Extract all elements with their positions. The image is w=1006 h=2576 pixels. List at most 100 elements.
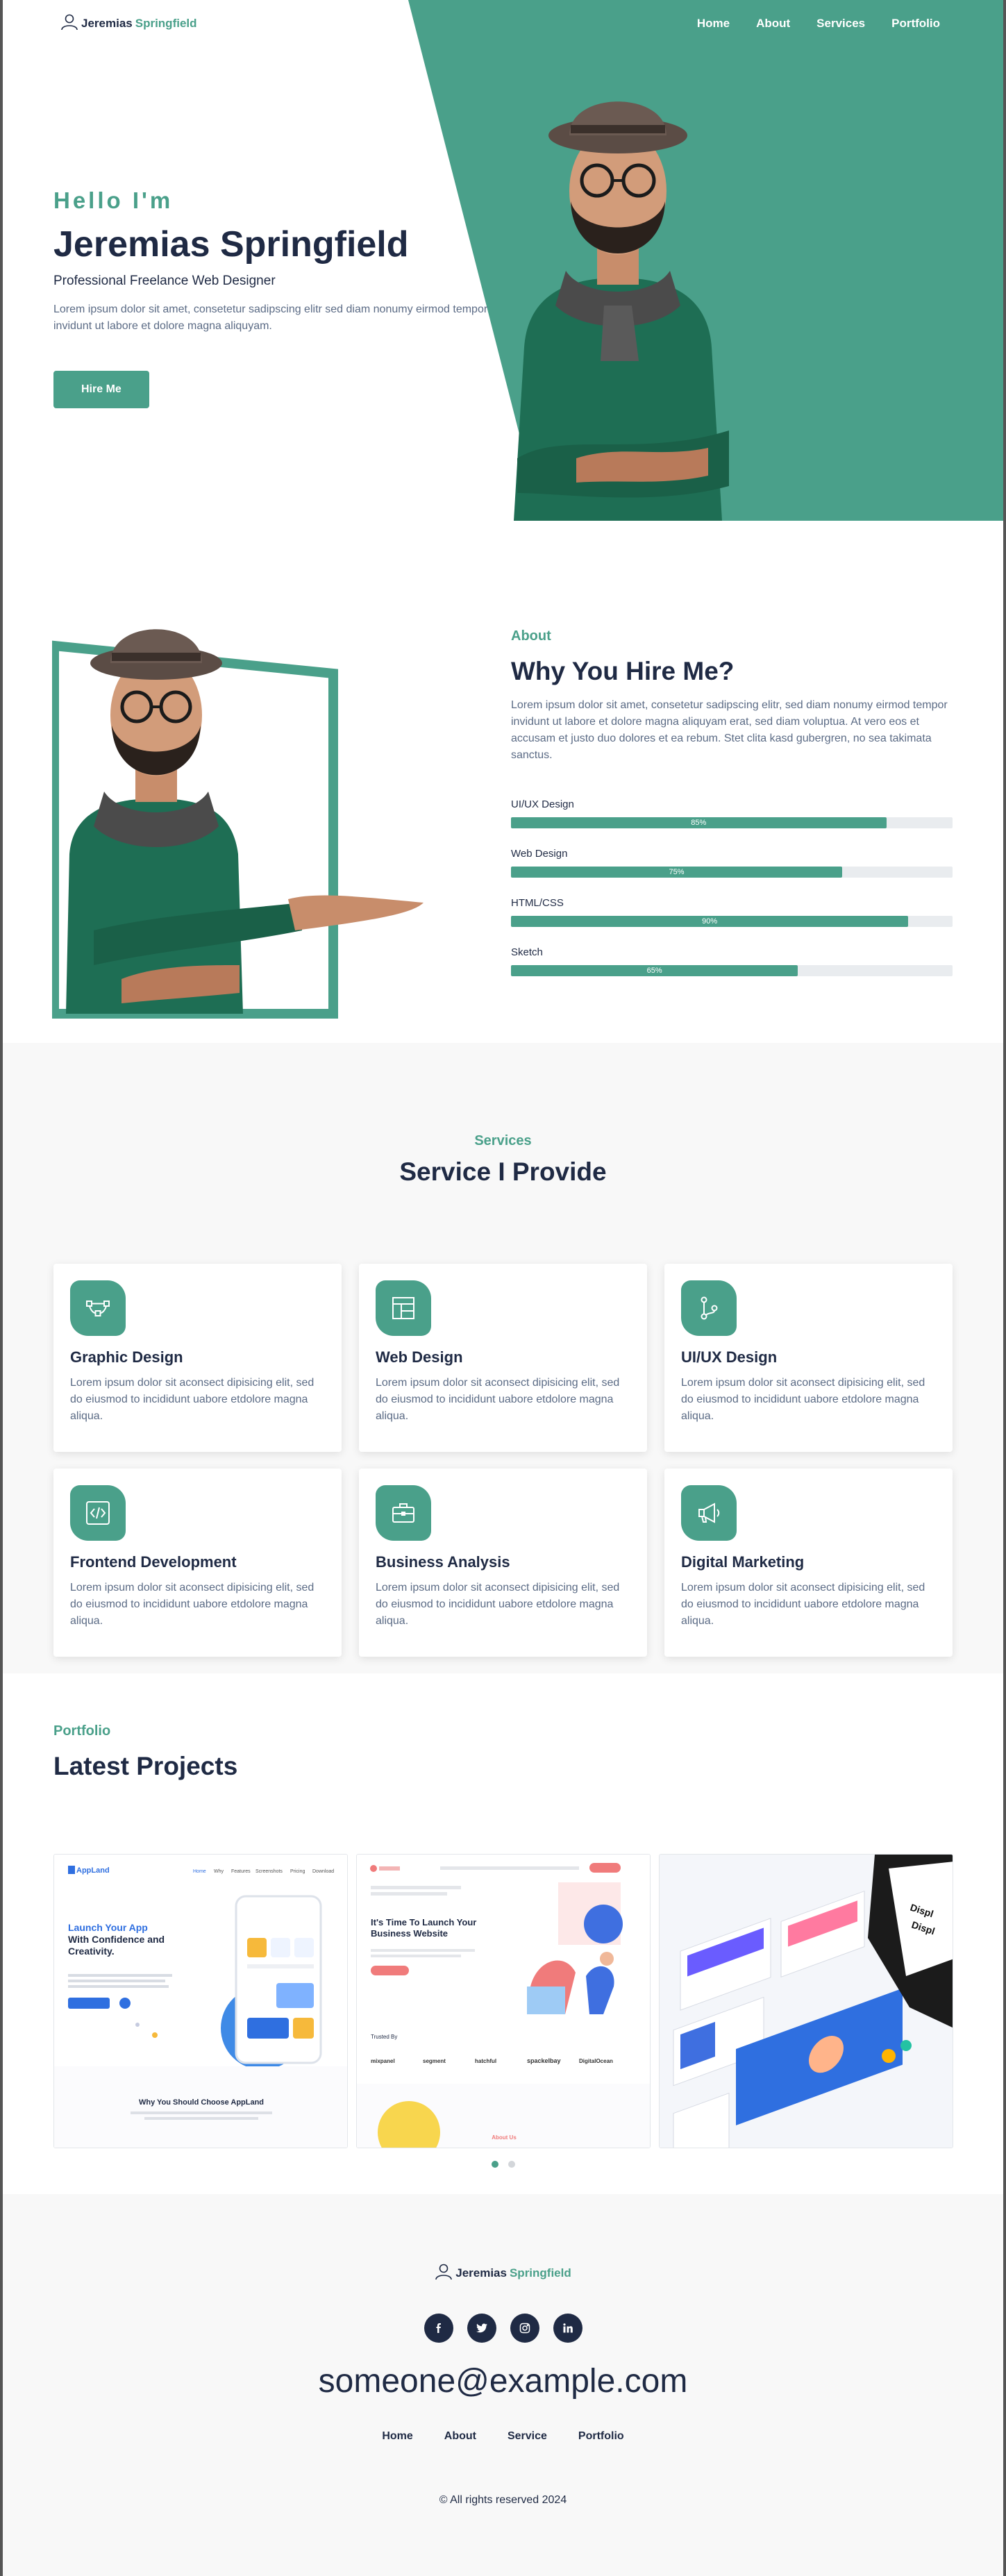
service-description: Lorem ipsum dolor sit aconsect dipisicin… (376, 1582, 620, 1627)
brand-last-name: Springfield (135, 17, 197, 30)
skill-progress-bar: 90% (511, 916, 909, 927)
hero-greeting: Hello I'm (53, 187, 174, 213)
appland-nav-pricing: Pricing (290, 1869, 305, 1874)
appland-preview: AppLand Home Why Features Screenshots Pr… (54, 1855, 347, 2148)
service-title: Web Design (376, 1348, 463, 1366)
appland-nav-screenshots: Screenshots (255, 1869, 283, 1874)
service-card: Digital Marketing Lorem ipsum dolor sit … (664, 1469, 953, 1657)
service-title: UI/UX Design (681, 1348, 778, 1366)
portfolio-carousel[interactable]: AppLand Home Why Features Screenshots Pr… (53, 1854, 953, 2148)
skill-item: HTML/CSS 90% (511, 897, 953, 927)
skill-progress-bar: 75% (511, 867, 842, 878)
facebook-icon[interactable] (424, 2314, 453, 2343)
brand-first-name: Jeremias (81, 17, 133, 30)
social-links (0, 2314, 1006, 2343)
skill-item: Sketch 65% (511, 946, 953, 976)
top-nav: Jeremias Springfield Home About Services… (0, 0, 1006, 49)
services-header: Services Service I Provide (0, 1133, 1006, 1187)
services-eyebrow: Services (474, 1133, 532, 1148)
skill-name: Web Design (511, 848, 568, 860)
brand-logo[interactable]: Jeremias Springfield (60, 14, 197, 31)
client-logo: mixpanel (371, 2058, 395, 2064)
megaphone-icon (681, 1485, 737, 1541)
service-description: Lorem ipsum dolor sit aconsect dipisicin… (681, 1377, 925, 1422)
instagram-icon[interactable] (510, 2314, 539, 2343)
footer-nav-home[interactable]: Home (382, 2430, 412, 2443)
hire-me-button[interactable]: Hire Me (53, 371, 149, 408)
footer-nav-service[interactable]: Service (508, 2430, 547, 2443)
business-about-label: About Us (492, 2134, 517, 2141)
skill-item: UI/UX Design 85% (511, 798, 953, 828)
service-card: Frontend Development Lorem ipsum dolor s… (53, 1469, 342, 1657)
appland-headline-b: With Confidence and Creativity. (68, 1934, 165, 1957)
footer-logo[interactable]: Jeremias Springfield (0, 2264, 1006, 2280)
about-section: About Why You Hire Me? Lorem ipsum dolor… (0, 521, 1006, 1043)
code-icon (70, 1485, 126, 1541)
project-slide-mockups[interactable]: Displ Displ (659, 1854, 953, 2148)
skill-progress-bar: 65% (511, 965, 798, 976)
main-menu: Home About Services Portfolio (697, 17, 940, 31)
skill-progress-track: 65% (511, 965, 953, 976)
carousel-dot[interactable] (491, 2161, 498, 2168)
business-headline: It's Time To Launch Your Business Websit… (371, 1917, 477, 1939)
portfolio-header: Portfolio Latest Projects (53, 1723, 237, 1781)
service-title: Digital Marketing (681, 1553, 805, 1571)
service-description: Lorem ipsum dolor sit aconsect dipisicin… (70, 1377, 315, 1422)
mockups-preview: Displ Displ (660, 1855, 953, 2148)
client-logo: DigitalOcean (579, 2058, 613, 2064)
linkedin-icon[interactable] (553, 2314, 582, 2343)
skill-name: Sketch (511, 946, 543, 958)
carousel-dots (0, 2161, 1006, 2168)
carousel-dot[interactable] (508, 2161, 515, 2168)
service-title: Graphic Design (70, 1348, 183, 1366)
nav-about[interactable]: About (756, 17, 790, 31)
appland-nav-why: Why (214, 1869, 224, 1874)
services-title: Service I Provide (399, 1157, 607, 1186)
appland-logo: AppLand (76, 1866, 110, 1875)
appland-nav-home: Home (193, 1869, 206, 1874)
layout-icon (376, 1280, 431, 1336)
skills-list: UI/UX Design 85% Web Design 75% HTML/CSS… (511, 798, 953, 976)
services-section: Services Service I Provide Graphic Desig… (0, 1043, 1006, 1673)
client-logo: hatchful (475, 2058, 496, 2064)
site-footer: Jeremias Springfield someone@example.com… (0, 2194, 1006, 2576)
appland-nav-features: Features (231, 1869, 251, 1874)
appland-headline-a: Launch Your App (68, 1922, 148, 1933)
client-logo: spackelbay (527, 2057, 561, 2064)
portfolio-section: Portfolio Latest Projects AppLand Home W… (0, 1673, 1006, 2194)
skill-name: HTML/CSS (511, 897, 564, 909)
nav-services[interactable]: Services (816, 17, 865, 31)
briefcase-icon (376, 1485, 431, 1541)
twitter-icon[interactable] (467, 2314, 496, 2343)
nav-home[interactable]: Home (697, 17, 730, 31)
about-text: About Why You Hire Me? Lorem ipsum dolor… (511, 628, 953, 996)
about-portrait (52, 629, 424, 1019)
hero-section: Jeremias Springfield Home About Services… (0, 0, 1006, 521)
client-logo: segment (423, 2058, 446, 2064)
git-branch-icon (681, 1280, 737, 1336)
hero-portrait (514, 101, 729, 521)
nav-portfolio[interactable]: Portfolio (891, 17, 940, 31)
skill-progress-track: 75% (511, 867, 953, 878)
project-slide-appland[interactable]: AppLand Home Why Features Screenshots Pr… (53, 1854, 348, 2148)
service-title: Frontend Development (70, 1553, 237, 1571)
portfolio-eyebrow: Portfolio (53, 1723, 111, 1739)
copyright: © All rights reserved 2024 (439, 2494, 567, 2506)
skill-progress-track: 85% (511, 817, 953, 828)
project-slide-business[interactable]: It's Time To Launch Your Business Websit… (356, 1854, 651, 2148)
vector-pen-icon (70, 1280, 126, 1336)
service-card: Web Design Lorem ipsum dolor sit aconsec… (359, 1264, 647, 1452)
footer-brand-first: Jeremias (455, 2266, 507, 2280)
footer-nav-about[interactable]: About (444, 2430, 476, 2443)
skill-name: UI/UX Design (511, 798, 574, 810)
footer-nav-portfolio[interactable]: Portfolio (578, 2430, 624, 2443)
hero-name: Jeremias Springfield (53, 224, 409, 265)
service-description: Lorem ipsum dolor sit aconsect dipisicin… (376, 1377, 620, 1422)
service-cards: Graphic Design Lorem ipsum dolor sit aco… (53, 1264, 953, 1657)
footer-brand-last: Springfield (509, 2266, 571, 2280)
portfolio-title: Latest Projects (53, 1752, 238, 1780)
service-title: Business Analysis (376, 1553, 510, 1571)
about-eyebrow: About (511, 628, 551, 644)
about-description: Lorem ipsum dolor sit amet, consetetur s… (511, 699, 948, 761)
contact-email[interactable]: someone@example.com (0, 2362, 1006, 2400)
